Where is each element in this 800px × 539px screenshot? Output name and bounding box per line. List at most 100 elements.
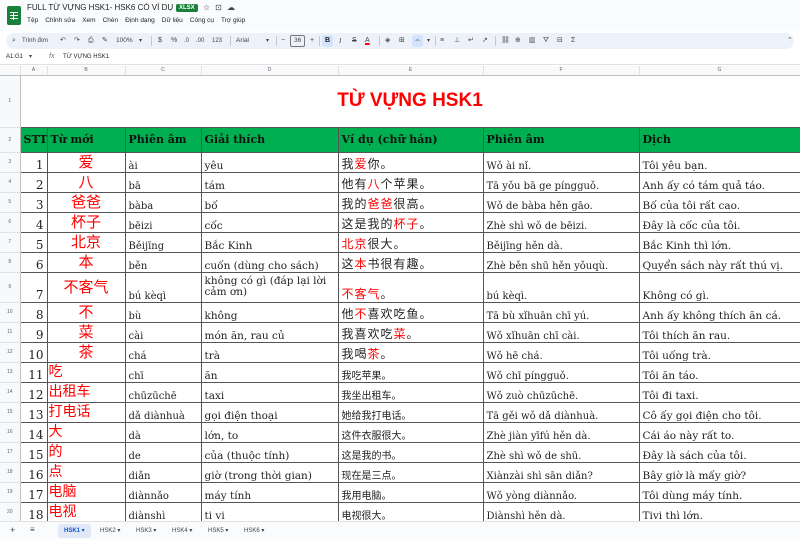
explanation-cell[interactable]: tám: [200, 171, 339, 193]
example-pinyin-cell[interactable]: Zhè shì wǒ de shū.: [482, 441, 640, 463]
insert-chart-icon[interactable]: ▥: [529, 35, 536, 47]
new-word-cell[interactable]: 大: [46, 421, 126, 443]
stt-cell[interactable]: 10: [19, 341, 48, 363]
stt-cell[interactable]: 9: [19, 321, 48, 343]
chevron-down-icon[interactable]: ▾: [80, 528, 85, 534]
example-pinyin-cell[interactable]: Wǒ xǐhuān chī cài.: [482, 321, 640, 343]
pinyin-cell[interactable]: bù: [124, 301, 202, 323]
new-word-cell[interactable]: 不客气: [46, 271, 126, 303]
borders-icon[interactable]: ⊞: [399, 35, 405, 47]
column-header[interactable]: D: [201, 66, 339, 76]
example-pinyin-cell[interactable]: Zhè jiàn yīfú hěn dà.: [482, 421, 640, 443]
menu-item[interactable]: Dữ liệu: [162, 17, 183, 24]
header-cell[interactable]: Giải thích: [200, 126, 339, 153]
translation-cell[interactable]: Tôi uống trà.: [638, 341, 800, 363]
explanation-cell[interactable]: không: [200, 301, 339, 323]
header-cell[interactable]: Từ mới: [46, 126, 126, 153]
translation-cell[interactable]: Tôi ăn táo.: [638, 361, 800, 383]
undo-icon[interactable]: ↶: [60, 35, 66, 47]
merge-dropdown-icon[interactable]: ▾: [427, 35, 430, 47]
translation-cell[interactable]: Bắc Kinh thì lớn.: [638, 231, 800, 253]
pinyin-cell[interactable]: běn: [124, 251, 202, 273]
example-pinyin-cell[interactable]: Wǒ zuò chūzūchē.: [482, 381, 640, 403]
explanation-cell[interactable]: không có gì (đáp lại lời cảm ơn): [200, 271, 339, 303]
bold-button[interactable]: B: [322, 35, 334, 47]
explanation-cell[interactable]: cốc: [200, 211, 339, 233]
example-pinyin-cell[interactable]: Tā bù xǐhuān chī yú.: [482, 301, 640, 323]
move-folder-icon[interactable]: ⊡: [215, 3, 222, 12]
example-hanzi-cell[interactable]: 我用电脑。: [337, 481, 484, 503]
header-cell[interactable]: Phiên âm: [124, 126, 202, 153]
number-format-button[interactable]: 123: [212, 35, 222, 47]
row-number[interactable]: 20: [0, 502, 21, 521]
menu-item[interactable]: Tệp: [27, 17, 38, 24]
translation-cell[interactable]: Không có gì.: [638, 271, 800, 303]
example-hanzi-cell[interactable]: 这是我的书。: [337, 441, 484, 463]
chevron-down-icon[interactable]: ▾: [116, 528, 120, 534]
new-word-cell[interactable]: 的: [46, 441, 126, 463]
sheet-tab-hsk3[interactable]: HSK3 ▾: [130, 524, 162, 538]
stt-cell[interactable]: 8: [19, 301, 48, 323]
example-hanzi-cell[interactable]: 这本书很有趣。: [337, 251, 484, 273]
translation-cell[interactable]: Anh ấy không thích ăn cá.: [638, 301, 800, 323]
chevron-down-icon[interactable]: ▾: [260, 528, 264, 534]
text-wrapping-icon[interactable]: ↵: [468, 35, 474, 47]
pinyin-cell[interactable]: bú kèqì: [124, 271, 202, 303]
example-pinyin-cell[interactable]: Wǒ ài nǐ.: [482, 151, 640, 173]
row-number[interactable]: 16: [0, 422, 21, 443]
search-menus-label[interactable]: Trình đơn: [22, 35, 48, 47]
example-hanzi-cell[interactable]: 北京很大。: [337, 231, 484, 253]
menu-item[interactable]: Chỉnh sửa: [45, 17, 75, 24]
pinyin-cell[interactable]: cài: [124, 321, 202, 343]
example-hanzi-cell[interactable]: 她给我打电话。: [337, 401, 484, 423]
translation-cell[interactable]: Đây là sách của tôi.: [638, 441, 800, 463]
sheet-tab-hsk6[interactable]: HSK6 ▾: [238, 524, 270, 538]
stt-cell[interactable]: 11: [19, 361, 48, 383]
new-word-cell[interactable]: 菜: [46, 321, 126, 343]
row-number[interactable]: 7: [0, 232, 21, 253]
stt-cell[interactable]: 2: [19, 171, 48, 193]
filter-icon[interactable]: ⛛: [543, 35, 549, 47]
translation-cell[interactable]: Đây là cốc của tôi.: [638, 211, 800, 233]
sheet-tab-hsk5[interactable]: HSK5 ▾: [202, 524, 234, 538]
document-title[interactable]: FULL TỪ VỰNG HSK1- HSK6 CÓ VÍ DỤ: [27, 3, 173, 12]
row-number[interactable]: 14: [0, 382, 21, 403]
explanation-cell[interactable]: taxi: [200, 381, 339, 403]
translation-cell[interactable]: Cái áo này rất to.: [638, 421, 800, 443]
name-box-dropdown-icon[interactable]: ▾: [29, 51, 32, 63]
insert-comment-icon[interactable]: ⊕: [515, 35, 521, 47]
pinyin-cell[interactable]: diànshì: [124, 501, 202, 521]
explanation-cell[interactable]: bố: [200, 191, 339, 213]
column-header[interactable]: A: [20, 66, 48, 76]
stt-cell[interactable]: 13: [19, 401, 48, 423]
translation-cell[interactable]: Tôi thích ăn rau.: [638, 321, 800, 343]
new-word-cell[interactable]: 爱: [46, 151, 126, 173]
example-hanzi-cell[interactable]: 现在是三点。: [337, 461, 484, 483]
header-cell[interactable]: Dịch: [638, 126, 800, 153]
row-number[interactable]: 19: [0, 482, 21, 503]
strikethrough-button[interactable]: S: [352, 35, 357, 47]
translation-cell[interactable]: Tivi thì lớn.: [638, 501, 800, 521]
translation-cell[interactable]: Bây giờ là mấy giờ?: [638, 461, 800, 483]
stt-cell[interactable]: 15: [19, 441, 48, 463]
font-size-input[interactable]: 36: [290, 35, 306, 47]
pinyin-cell[interactable]: diǎn: [124, 461, 202, 483]
stt-cell[interactable]: 16: [19, 461, 48, 483]
new-word-cell[interactable]: 本: [46, 251, 126, 273]
explanation-cell[interactable]: Bắc Kinh: [200, 231, 339, 253]
pinyin-cell[interactable]: ài: [124, 151, 202, 173]
example-pinyin-cell[interactable]: Diànshì hěn dà.: [482, 501, 640, 521]
explanation-cell[interactable]: của (thuộc tính): [200, 441, 339, 463]
text-color-button[interactable]: A: [365, 35, 370, 47]
new-word-cell[interactable]: 北京: [46, 231, 126, 253]
vertical-align-icon[interactable]: ⊥: [454, 35, 460, 47]
cloud-status-icon[interactable]: ☁: [227, 3, 235, 12]
filter-views-icon[interactable]: ⊟: [557, 35, 563, 47]
example-pinyin-cell[interactable]: Běijīng hěn dà.: [482, 231, 640, 253]
new-word-cell[interactable]: 电视: [46, 501, 126, 521]
sheet-tab-hsk4[interactable]: HSK4 ▾: [166, 524, 198, 538]
explanation-cell[interactable]: món ăn, rau củ: [200, 321, 339, 343]
add-sheet-icon[interactable]: +: [10, 525, 15, 535]
italic-button[interactable]: I: [339, 35, 341, 47]
chevron-down-icon[interactable]: ▾: [224, 528, 228, 534]
